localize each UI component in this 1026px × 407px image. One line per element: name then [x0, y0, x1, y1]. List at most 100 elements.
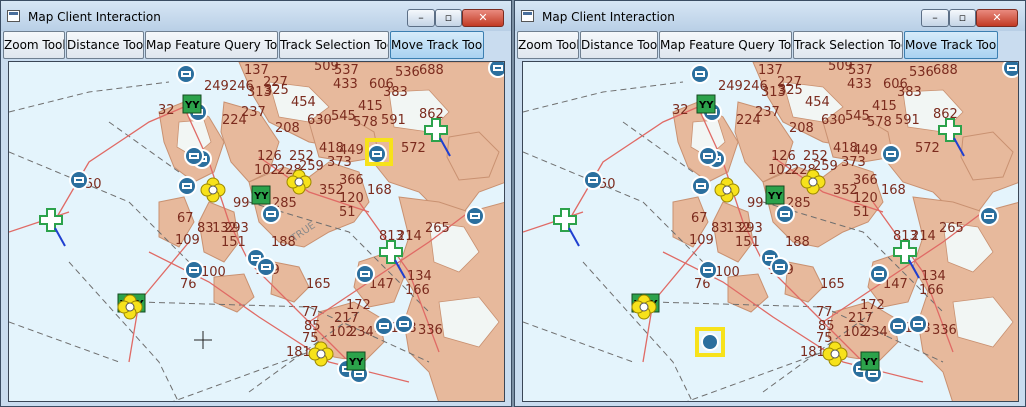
track-label: 214	[397, 229, 422, 244]
track-label: 265	[939, 221, 964, 236]
ship-track-icon[interactable]	[184, 146, 204, 166]
ship-track-icon[interactable]	[869, 264, 889, 284]
ship-track-icon[interactable]	[770, 257, 790, 277]
track-label: 181	[800, 345, 825, 360]
track-label: 249	[204, 79, 229, 94]
map-canvas[interactable]: 249 246313325237224137227454509537433 6065…	[9, 62, 505, 402]
ship-track-icon[interactable]	[177, 176, 197, 196]
zoom-tool-button[interactable]: Zoom Tool	[3, 31, 65, 59]
track-label: 120	[339, 191, 364, 206]
track-label: 217	[334, 311, 359, 326]
ship-track-icon[interactable]	[261, 204, 281, 224]
hostile-track-icon[interactable]: YY	[696, 94, 716, 114]
track-label: 166	[405, 283, 430, 298]
boundary-line	[68, 261, 179, 401]
ship-track-icon[interactable]	[394, 314, 414, 334]
ship-track-icon[interactable]	[888, 316, 908, 336]
track-label: 168	[367, 183, 392, 198]
track-label: 383	[897, 85, 922, 100]
move-track-tool-button[interactable]: Move Track Tool	[904, 31, 998, 59]
track-label: 536	[909, 65, 934, 80]
ship-track-icon[interactable]	[691, 176, 711, 196]
move-track-tool-button[interactable]: Move Track Tool	[390, 31, 484, 59]
tool-bar: Zoom Tool Distance Tool Map Feature Quer…	[515, 31, 1025, 61]
track-label: 433	[847, 77, 872, 92]
hostile-label: YY	[348, 357, 364, 368]
overlay-layer	[695, 327, 725, 357]
title-bar[interactable]: Map Client Interaction – ▫ ✕	[1, 1, 511, 31]
hostile-track-icon[interactable]: YY	[860, 351, 880, 371]
track-label: 537	[848, 63, 873, 78]
zoom-tool-button[interactable]: Zoom Tool	[517, 31, 579, 59]
map-view[interactable]: 249 246 313 325 237 224 137 227 454 509 537 433 606 5…	[8, 61, 505, 402]
ship-track-icon[interactable]	[881, 144, 901, 164]
ship-track-icon[interactable]	[908, 314, 928, 334]
track-label: 134	[921, 269, 946, 284]
ship-track-icon[interactable]	[256, 257, 276, 277]
track-label: 67	[691, 211, 708, 226]
ship-track-icon[interactable]	[690, 64, 710, 84]
track-label: 591	[895, 113, 920, 128]
ship-track-icon[interactable]	[488, 62, 505, 78]
maximize-button[interactable]: ▫	[435, 9, 462, 27]
window-title: Map Client Interaction	[28, 10, 161, 24]
track-label: 415	[358, 99, 383, 114]
map-feature-query-tool-button[interactable]: Map Feature Query Tool	[659, 31, 792, 59]
ship-track-icon[interactable]	[775, 204, 795, 224]
track-label: 77	[816, 305, 833, 320]
distance-tool-button[interactable]: Distance Tool	[580, 31, 658, 59]
ship-track-icon[interactable]	[465, 206, 485, 226]
track-label: 77	[302, 305, 319, 320]
ship-track-icon[interactable]	[698, 260, 718, 280]
ship-track-icon[interactable]	[176, 64, 196, 84]
boundary-line	[9, 321, 120, 363]
track-label: 537	[334, 63, 359, 78]
boundary-line	[523, 321, 634, 363]
ship-track-icon[interactable]	[1002, 62, 1019, 78]
hostile-track-icon[interactable]: YY	[765, 185, 785, 205]
track-selection-tool-button[interactable]: Track Selection Tool	[279, 31, 389, 59]
app-window-icon	[7, 10, 20, 22]
hostile-track-icon[interactable]: YY	[346, 351, 366, 371]
window-title: Map Client Interaction	[542, 10, 675, 24]
map-view[interactable]: 249 246 313 325 237 224 137 227 454 509 537 433 606 5…	[522, 61, 1019, 402]
track-label: 134	[407, 269, 432, 284]
track-label: 166	[919, 283, 944, 298]
track-selection-tool-button[interactable]: Track Selection Tool	[793, 31, 903, 59]
ship-track-icon[interactable]	[374, 316, 394, 336]
minimize-button[interactable]: –	[407, 9, 435, 27]
hostile-track-icon[interactable]: YY	[251, 185, 271, 205]
ship-track-icon[interactable]	[583, 170, 603, 190]
ship-track-icon[interactable]	[367, 144, 387, 164]
track-label: 454	[291, 95, 316, 110]
track-label: 75	[302, 331, 319, 346]
ship-track-icon[interactable]	[184, 260, 204, 280]
map-canvas[interactable]: 249 246313325237224137227454509537433 6065…	[523, 62, 1019, 402]
ship-track-icon[interactable]	[69, 170, 89, 190]
ship-track-icon[interactable]	[355, 264, 375, 284]
close-button[interactable]: ✕	[462, 9, 504, 27]
track-label: 293	[224, 221, 249, 236]
track-label: 591	[381, 113, 406, 128]
track-label: 224	[222, 113, 247, 128]
track-label: 688	[419, 63, 444, 78]
track-label: 208	[275, 121, 300, 136]
hostile-track-icon[interactable]: YY	[182, 94, 202, 114]
track-label: 572	[915, 141, 940, 156]
close-button[interactable]: ✕	[976, 9, 1018, 27]
track-label: 151	[735, 235, 760, 250]
title-bar[interactable]: Map Client Interaction – ▫ ✕	[515, 1, 1025, 31]
maximize-button[interactable]: ▫	[949, 9, 976, 27]
track-label: 99	[747, 196, 764, 211]
track-label: 293	[738, 221, 763, 236]
track-label: 572	[401, 141, 426, 156]
hostile-label: YY	[698, 100, 714, 111]
track-label: 383	[383, 85, 408, 100]
track-label: 227	[777, 75, 802, 90]
minimize-button[interactable]: –	[921, 9, 949, 27]
track-label: 224	[736, 113, 761, 128]
map-feature-query-tool-button[interactable]: Map Feature Query Tool	[145, 31, 278, 59]
distance-tool-button[interactable]: Distance Tool	[66, 31, 144, 59]
ship-track-icon[interactable]	[698, 146, 718, 166]
ship-track-icon[interactable]	[979, 206, 999, 226]
